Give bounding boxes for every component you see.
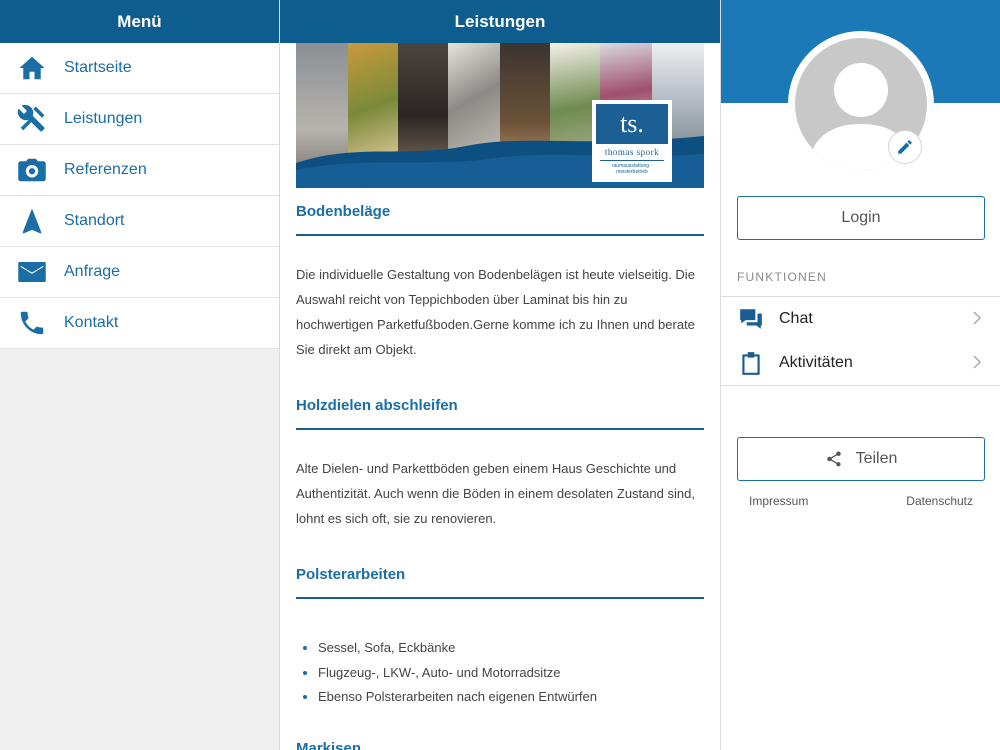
home-icon — [0, 53, 64, 83]
section-title-bodenbelaege: Bodenbeläge — [296, 188, 704, 236]
logo-subtitle: raumausstattung · meisterbetrieb — [611, 163, 653, 175]
menu-panel: Menü Startseite Leistungen Referenzen St… — [0, 0, 280, 750]
menu-item-standort[interactable]: Standort — [0, 196, 279, 247]
functions-list: Chat Aktivitäten — [721, 296, 1000, 386]
function-item-aktivitaeten[interactable]: Aktivitäten — [721, 341, 1000, 385]
menu-item-label: Standort — [64, 212, 125, 229]
list-item: Flugzeug-, LKW-, Auto- und Motorradsitze — [318, 661, 704, 686]
tools-icon — [0, 104, 64, 134]
section-title-markisen: Markisen — [296, 725, 704, 750]
menu-item-label: Startseite — [64, 59, 132, 76]
section-title-polsterarbeiten: Polsterarbeiten — [296, 551, 704, 599]
company-logo: ts. thomas spork raumausstattung · meist… — [592, 100, 672, 182]
menu-list: Startseite Leistungen Referenzen Standor… — [0, 43, 279, 349]
datenschutz-link[interactable]: Datenschutz — [906, 494, 973, 508]
list-item: Ebenso Polsterarbeiten nach eigenen Entw… — [318, 685, 704, 710]
clipboard-icon — [737, 349, 765, 377]
menu-item-startseite[interactable]: Startseite — [0, 43, 279, 94]
menu-title: Menü — [117, 11, 162, 31]
logo-mark: ts. — [596, 104, 668, 144]
list-item: Sessel, Sofa, Eckbänke — [318, 636, 704, 661]
content-title: Leistungen — [454, 11, 546, 31]
function-item-label: Chat — [779, 310, 813, 327]
pencil-icon — [898, 140, 912, 154]
chevron-right-icon — [971, 309, 1000, 330]
chevron-right-icon — [971, 353, 1000, 374]
menu-item-label: Referenzen — [64, 161, 147, 178]
menu-item-anfrage[interactable]: Anfrage — [0, 247, 279, 298]
section-title-holzdielen: Holzdielen abschleifen — [296, 382, 704, 430]
login-button[interactable]: Login — [737, 196, 985, 240]
share-label: Teilen — [855, 450, 898, 467]
function-item-chat[interactable]: Chat — [721, 297, 1000, 341]
section-text-bodenbelaege: Die individuelle Gestaltung von Bodenbel… — [296, 267, 695, 357]
section-text-holzdielen: Alte Dielen- und Parkettböden geben eine… — [296, 461, 695, 526]
functions-heading: FUNKTIONEN — [737, 270, 827, 284]
chat-icon — [737, 305, 765, 333]
content-panel: Leistungen ts. thomas spork raumausstatt… — [280, 0, 720, 750]
menu-item-label: Kontakt — [64, 314, 119, 331]
share-icon — [826, 451, 841, 467]
camera-icon — [0, 155, 64, 185]
menu-item-leistungen[interactable]: Leistungen — [0, 94, 279, 145]
footer-links: Impressum Datenschutz — [721, 494, 1000, 508]
phone-icon — [0, 308, 64, 338]
content-header: Leistungen — [280, 0, 720, 43]
menu-item-label: Leistungen — [64, 110, 143, 127]
mail-icon — [0, 257, 64, 287]
menu-item-referenzen[interactable]: Referenzen — [0, 145, 279, 196]
navigation-arrow-icon — [0, 206, 64, 236]
menu-item-label: Anfrage — [64, 263, 121, 280]
menu-item-kontakt[interactable]: Kontakt — [0, 298, 279, 349]
menu-header: Menü — [0, 0, 279, 43]
content-body[interactable]: ts. thomas spork raumausstattung · meist… — [280, 43, 720, 750]
profile-panel: Login FUNKTIONEN Chat Aktivitäten Teilen… — [720, 0, 1000, 750]
logo-name: thomas spork — [604, 147, 660, 157]
services-banner: ts. thomas spork raumausstattung · meist… — [296, 43, 704, 188]
function-item-label: Aktivitäten — [779, 354, 853, 371]
impressum-link[interactable]: Impressum — [749, 494, 808, 508]
polsterarbeiten-list: Sessel, Sofa, Eckbänke Flugzeug-, LKW-, … — [296, 599, 704, 725]
share-button[interactable]: Teilen — [737, 437, 985, 481]
edit-avatar-button[interactable] — [888, 130, 922, 164]
